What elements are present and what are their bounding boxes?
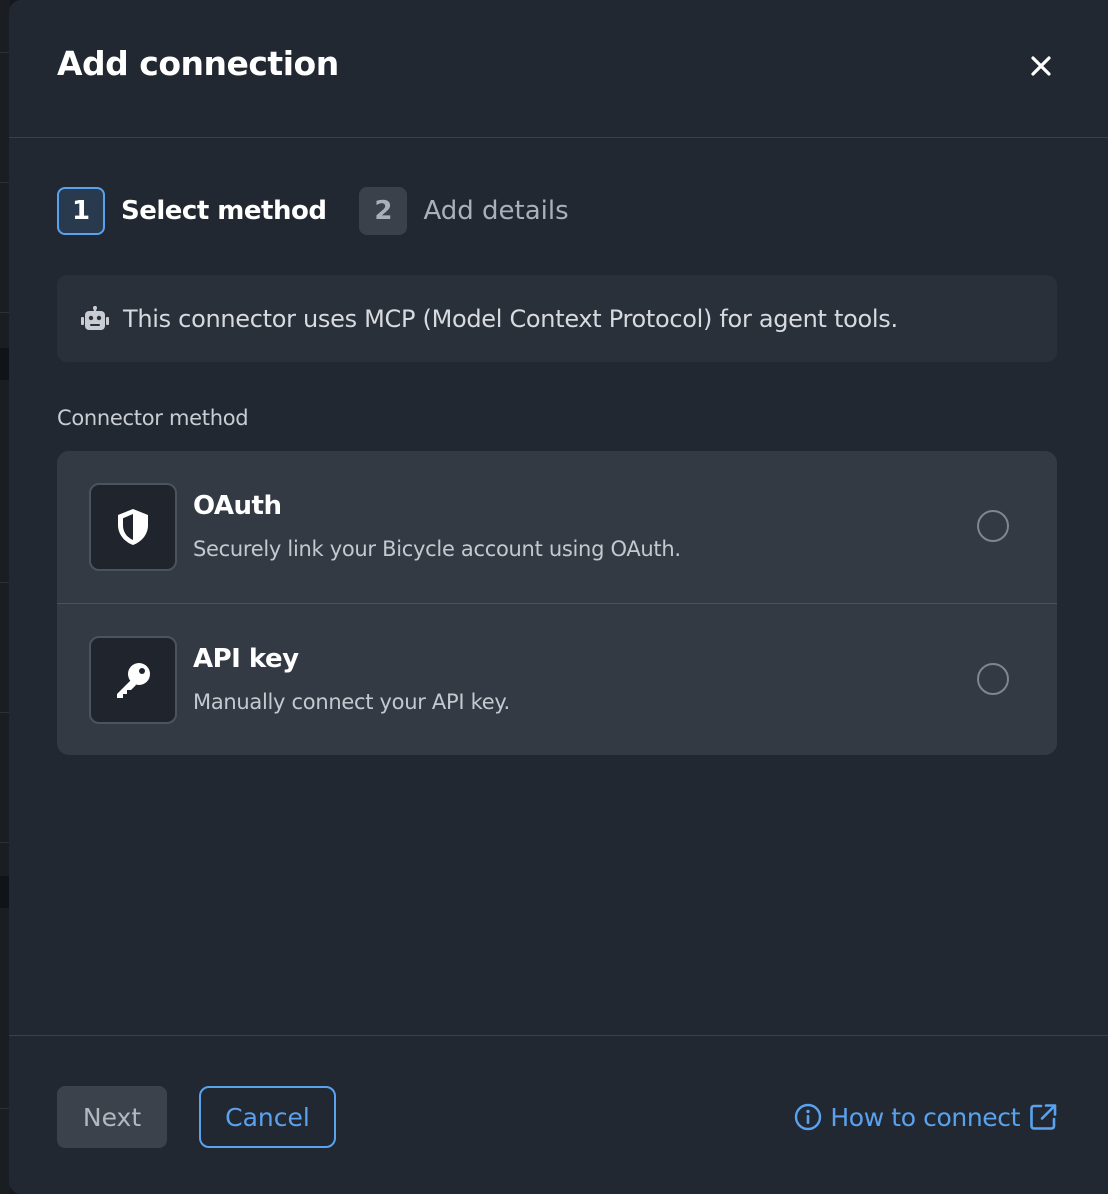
option-description: Securely link your Bicycle account using… (193, 537, 681, 561)
step-1-number: 1 (57, 187, 105, 235)
step-2-number: 2 (359, 187, 408, 235)
modal-header: Add connection (9, 0, 1108, 138)
key-icon (117, 663, 150, 698)
api-key-radio[interactable] (977, 663, 1009, 695)
modal-footer: Next Cancel How to connect (9, 1035, 1108, 1194)
stepper: 1 Select method 2 Add details (57, 187, 569, 235)
option-icon-box (89, 483, 177, 571)
add-connection-modal: Add connection 1 Select method 2 Add det… (9, 0, 1108, 1194)
close-button[interactable] (1023, 48, 1059, 84)
modal-title: Add connection (57, 44, 339, 83)
option-oauth[interactable]: OAuth Securely link your Bicycle account… (57, 451, 1057, 603)
option-api-key[interactable]: API key Manually connect your API key. (57, 603, 1057, 755)
option-title: OAuth (193, 491, 282, 521)
option-description: Manually connect your API key. (193, 690, 510, 714)
connector-method-label: Connector method (57, 406, 249, 430)
option-icon-box (89, 636, 177, 724)
close-icon (1031, 56, 1051, 76)
how-to-connect-link[interactable]: How to connect (794, 1098, 1058, 1136)
robot-icon (81, 305, 109, 330)
step-1-label: Select method (121, 196, 327, 226)
option-title: API key (193, 644, 299, 674)
oauth-radio[interactable] (977, 510, 1009, 542)
shield-icon (118, 509, 148, 545)
connector-method-options: OAuth Securely link your Bicycle account… (57, 451, 1057, 755)
cancel-button[interactable]: Cancel (199, 1086, 336, 1148)
info-text: This connector uses MCP (Model Context P… (123, 304, 898, 333)
external-link-icon (1030, 1104, 1057, 1130)
info-icon (795, 1103, 822, 1131)
how-to-connect-label: How to connect (830, 1102, 1020, 1132)
step-2-label: Add details (423, 196, 569, 226)
next-button[interactable]: Next (57, 1086, 167, 1148)
mcp-info-banner: This connector uses MCP (Model Context P… (57, 275, 1057, 362)
